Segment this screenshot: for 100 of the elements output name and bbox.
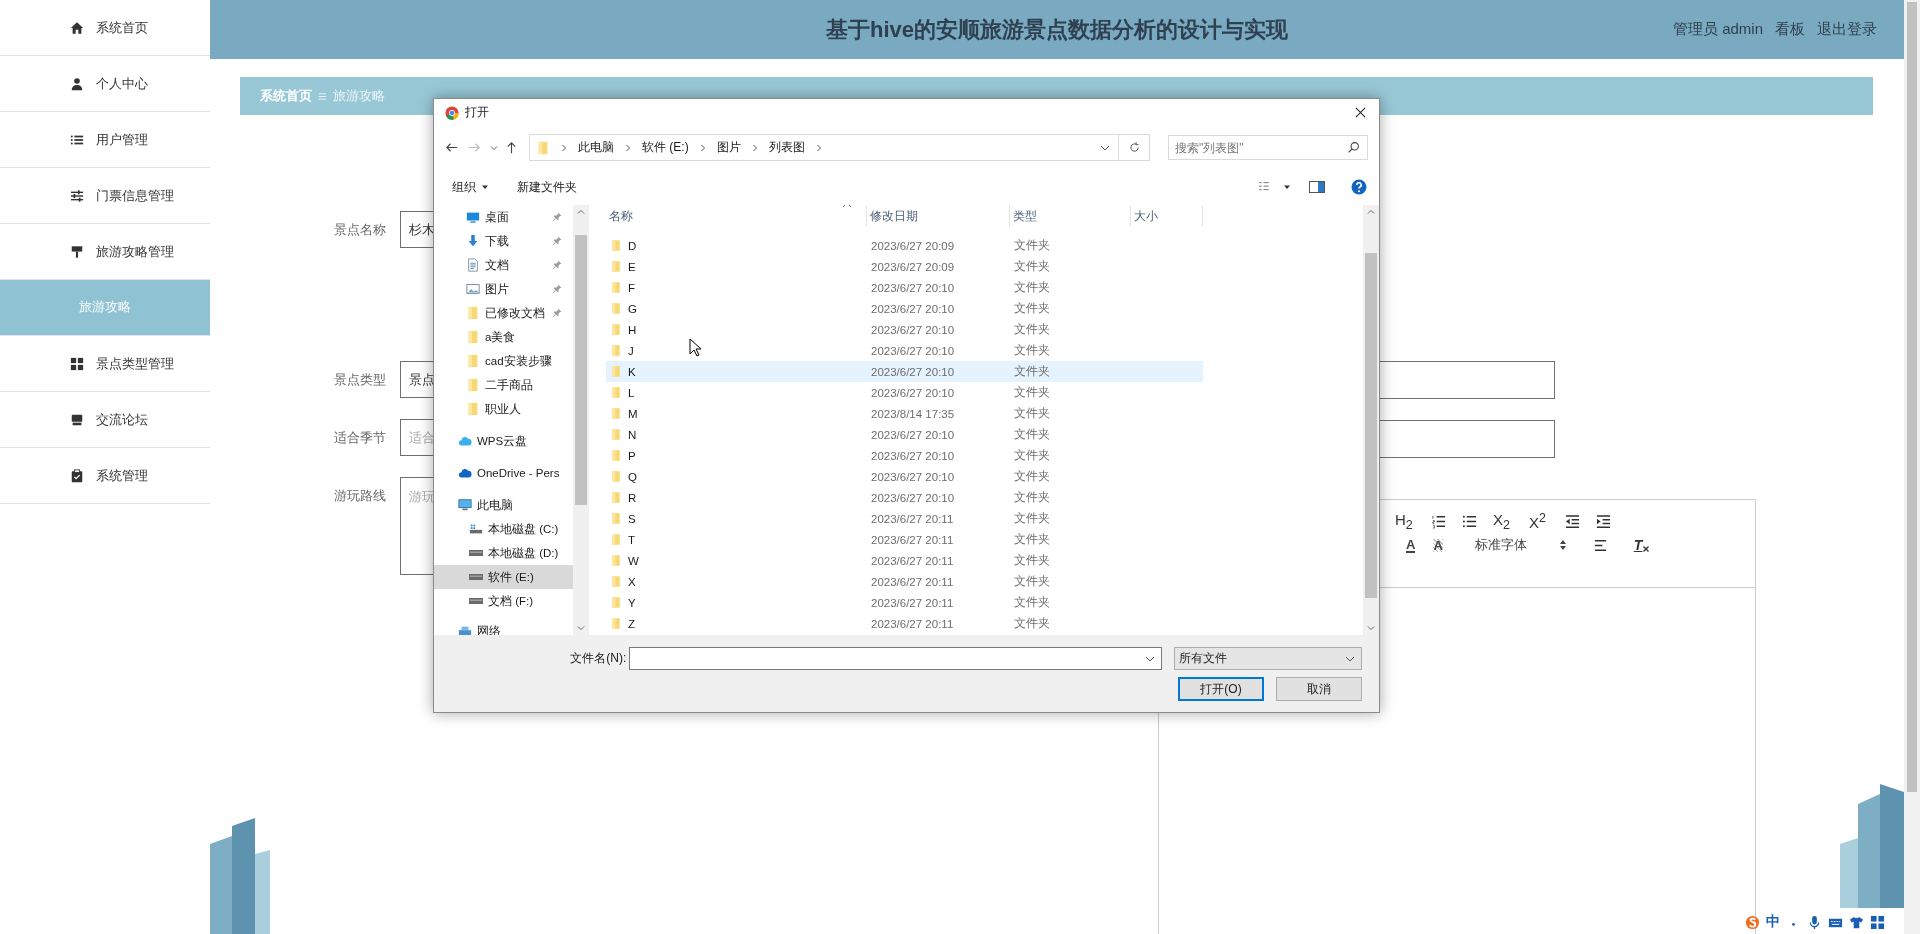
nav-item[interactable]: OneDrive - Pers [434, 461, 573, 485]
nav-item[interactable]: 本地磁盘 (D:) [434, 541, 573, 565]
column-header[interactable]: 修改日期 [867, 205, 1010, 227]
path-segment[interactable]: 列表图 [768, 139, 805, 156]
file-name: X [628, 575, 636, 588]
file-name: Z [628, 617, 636, 630]
file-date: 2023/6/27 20:10 [870, 365, 956, 378]
file-date: 2023/6/27 20:11 [870, 533, 955, 546]
column-header[interactable]: 名称 [606, 205, 867, 227]
user-label: 管理员 admin [1672, 20, 1763, 39]
new-folder-button[interactable]: 新建文件夹 [517, 178, 577, 196]
file-date: 2023/6/27 20:10 [870, 470, 956, 483]
filename-label: 文件名(N): [569, 650, 628, 667]
nav-item[interactable]: 桌面 [434, 205, 573, 229]
column-header[interactable]: 大小 [1131, 205, 1203, 227]
clear-format-button[interactable]: T [1633, 537, 1650, 553]
file-date: 2023/6/27 20:10 [870, 302, 956, 315]
nav-item[interactable]: 已修改文档 [434, 301, 573, 325]
file-row[interactable]: M 2023/8/14 17:35 文件夹 [606, 403, 1203, 424]
column-header[interactable]: 类型 [1010, 205, 1131, 227]
file-row[interactable]: G 2023/6/27 20:10 文件夹 [606, 298, 1203, 319]
path-segment[interactable]: 图片 [716, 139, 741, 156]
address-bar[interactable]: 此电脑 软件 (E:) 图片 列表图 [529, 134, 1119, 161]
format-button[interactable]: X$^{2}$ [1529, 511, 1549, 531]
file-type: 文件夹 [1013, 406, 1051, 421]
file-date: 2023/6/27 20:11 [870, 617, 955, 630]
file-row[interactable]: F 2023/6/27 20:10 文件夹 [606, 277, 1203, 298]
search-field[interactable]: 搜索"列表图" [1168, 135, 1368, 160]
format-button[interactable]: H$_{2}$ [1395, 510, 1415, 532]
file-row[interactable]: H 2023/6/27 20:10 文件夹 [606, 319, 1203, 340]
dialog-title: 打开 [465, 104, 490, 121]
file-type: 文件夹 [1013, 238, 1051, 253]
nav-item[interactable]: 此电脑 [434, 493, 573, 517]
file-row[interactable]: N 2023/6/27 20:10 文件夹 [606, 424, 1203, 445]
header-link[interactable]: 退出登录 [1817, 20, 1877, 39]
file-row[interactable]: Q 2023/6/27 20:10 文件夹 [606, 466, 1203, 487]
nav-item[interactable]: a美食 [434, 325, 573, 349]
file-name: G [628, 302, 637, 315]
file-date: 2023/6/27 20:09 [870, 260, 956, 273]
header-link[interactable]: 看板 [1775, 20, 1805, 39]
path-segment[interactable]: 此电脑 [578, 139, 614, 156]
file-type: 文件夹 [1013, 322, 1051, 337]
file-name: R [628, 491, 637, 504]
background-color-button[interactable]: A [1433, 538, 1443, 552]
file-name: T [628, 533, 636, 546]
file-type: 文件夹 [1013, 259, 1051, 274]
field-label: 景点类型 [334, 371, 387, 389]
field-label: 景点名称 [334, 221, 387, 239]
file-date: 2023/8/14 17:35 [870, 407, 956, 420]
file-type: 文件夹 [1013, 343, 1051, 358]
file-type: 文件夹 [1013, 616, 1051, 631]
format-button[interactable]: X$_{2}$ [1493, 510, 1513, 532]
nav-item[interactable]: WPS云盘 [434, 429, 573, 453]
file-date: 2023/6/27 20:10 [870, 428, 956, 441]
font-color-button[interactable]: A [1406, 537, 1416, 553]
file-name: L [628, 386, 635, 399]
file-type: 文件夹 [1013, 553, 1051, 568]
file-name: Q [628, 470, 637, 483]
file-type: 文件夹 [1013, 469, 1051, 484]
file-type: 文件夹 [1013, 364, 1051, 379]
file-date: 2023/6/27 20:11 [870, 575, 955, 588]
file-type: 文件夹 [1013, 448, 1051, 463]
file-type: 文件夹 [1013, 532, 1051, 547]
file-row[interactable]: K 2023/6/27 20:10 文件夹 [606, 361, 1203, 382]
file-name: W [628, 554, 639, 567]
file-type: 文件夹 [1013, 427, 1051, 442]
nav-item[interactable]: 文档 (F:) [434, 589, 573, 613]
nav-item[interactable]: cad安装步骤 [434, 349, 573, 373]
file-type: 文件夹 [1013, 301, 1051, 316]
dialog-button[interactable]: 打开(O) [1178, 677, 1264, 701]
file-row[interactable]: D 2023/6/27 20:09 文件夹 [606, 235, 1203, 256]
nav-item[interactable]: 下载 [434, 229, 573, 253]
file-type: 文件夹 [1013, 511, 1051, 526]
file-row[interactable]: E 2023/6/27 20:09 文件夹 [606, 256, 1203, 277]
nav-item[interactable]: 图片 [434, 277, 573, 301]
nav-item[interactable]: 软件 (E:) [434, 565, 573, 589]
file-type: 文件夹 [1013, 280, 1051, 295]
file-row[interactable]: L 2023/6/27 20:10 文件夹 [606, 382, 1203, 403]
nav-item[interactable]: 二手商品 [434, 373, 573, 397]
file-name: F [628, 281, 636, 294]
organize-menu[interactable]: 组织 [452, 178, 489, 196]
nav-item[interactable]: 职业人 [434, 397, 573, 421]
page-title: 基于hive的安顺旅游景点数据分析的设计与实现 [826, 15, 1288, 44]
file-name: S [628, 512, 636, 525]
file-type-dropdown[interactable]: 所有文件 [1173, 647, 1362, 670]
nav-item[interactable]: 文档 [434, 253, 573, 277]
file-row[interactable]: P 2023/6/27 20:10 文件夹 [606, 445, 1203, 466]
ime-mode[interactable]: 中 [1766, 913, 1780, 931]
file-date: 2023/6/27 20:10 [870, 323, 956, 336]
nav-item[interactable]: 本地磁盘 (C:) [434, 517, 573, 541]
file-row[interactable]: J 2023/6/27 20:10 文件夹 [606, 340, 1203, 361]
font-select[interactable]: 标准字体 [1474, 536, 1541, 554]
file-name: M [628, 407, 638, 420]
file-date: 2023/6/27 20:10 [870, 449, 956, 462]
file-name: D [628, 239, 637, 252]
dialog-button[interactable]: 取消 [1276, 677, 1362, 701]
path-segment[interactable]: 软件 (E:) [642, 139, 689, 156]
file-date: 2023/6/27 20:11 [870, 554, 955, 567]
file-type: 文件夹 [1013, 385, 1051, 400]
file-date: 2023/6/27 20:11 [870, 512, 955, 525]
